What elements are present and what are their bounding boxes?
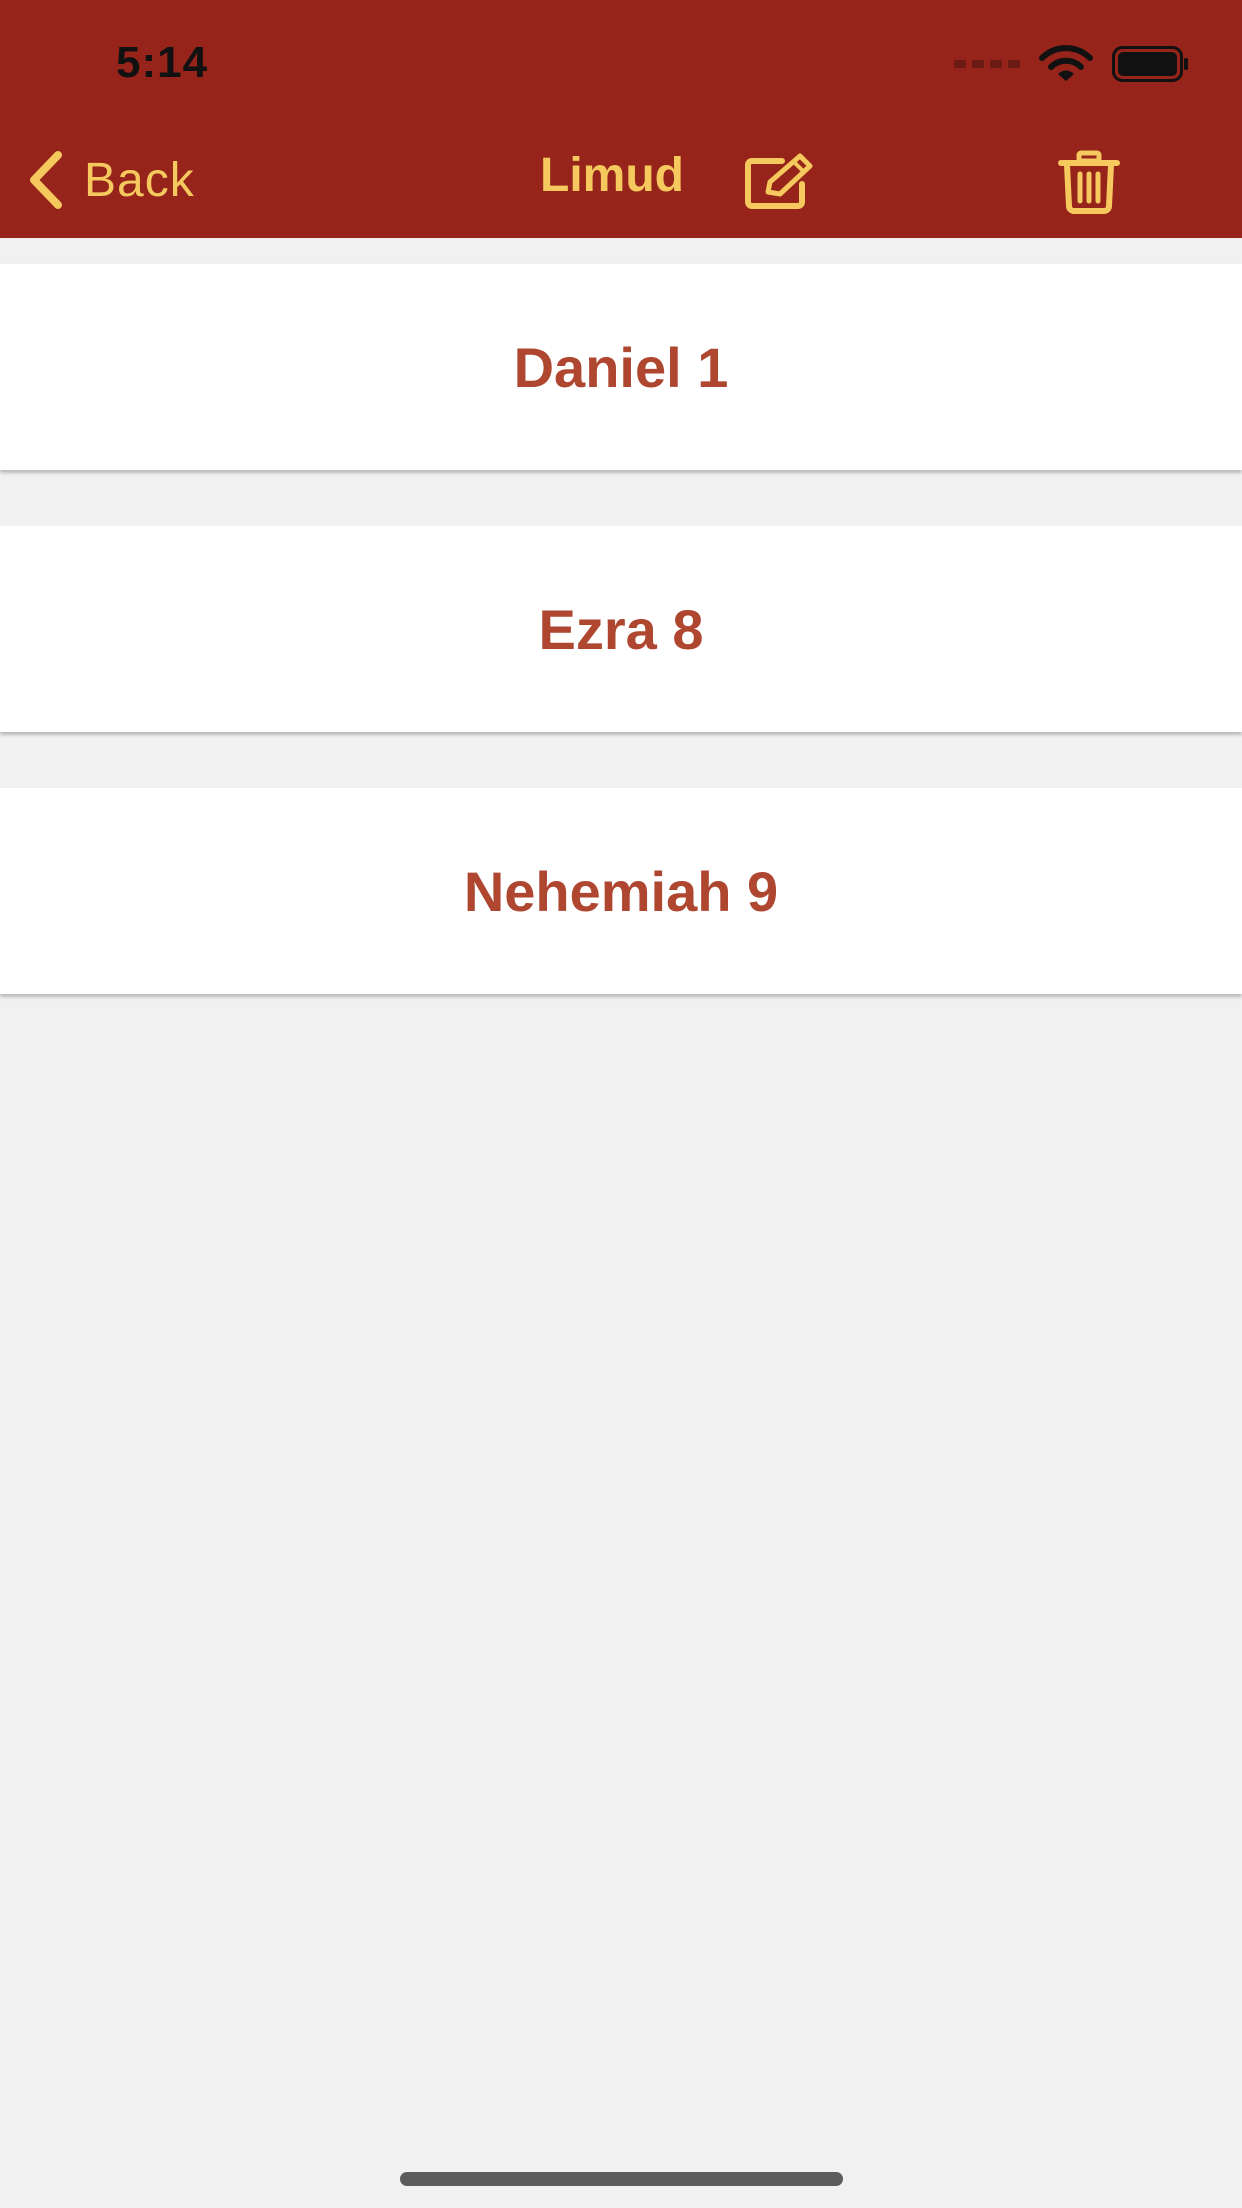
- back-label: Back: [84, 153, 195, 207]
- battery-icon: [1112, 46, 1188, 82]
- list-item-label: Nehemiah 9: [463, 859, 779, 923]
- list-item-label: Daniel 1: [513, 335, 729, 399]
- cellular-signal-icon: [954, 60, 1020, 68]
- back-button[interactable]: Back: [24, 144, 195, 216]
- status-time: 5:14: [116, 38, 209, 87]
- list-item-nehemiah-9[interactable]: Nehemiah 9: [0, 788, 1242, 994]
- status-indicators: [954, 44, 1190, 84]
- chevron-left-icon: [30, 151, 62, 209]
- trash-icon[interactable]: [1058, 150, 1120, 214]
- list-item-label: Ezra 8: [538, 597, 704, 661]
- home-indicator[interactable]: [400, 2172, 843, 2186]
- study-list: Daniel 1 Ezra 8 Nehemiah 9: [0, 264, 1242, 1050]
- wifi-icon: [1039, 45, 1093, 81]
- page-title: Limud: [540, 149, 684, 202]
- list-item-daniel-1[interactable]: Daniel 1: [0, 264, 1242, 470]
- navigation-bar: 5:14 Back Limud: [0, 0, 1242, 238]
- list-item-ezra-8[interactable]: Ezra 8: [0, 526, 1242, 732]
- edit-icon[interactable]: [742, 152, 820, 210]
